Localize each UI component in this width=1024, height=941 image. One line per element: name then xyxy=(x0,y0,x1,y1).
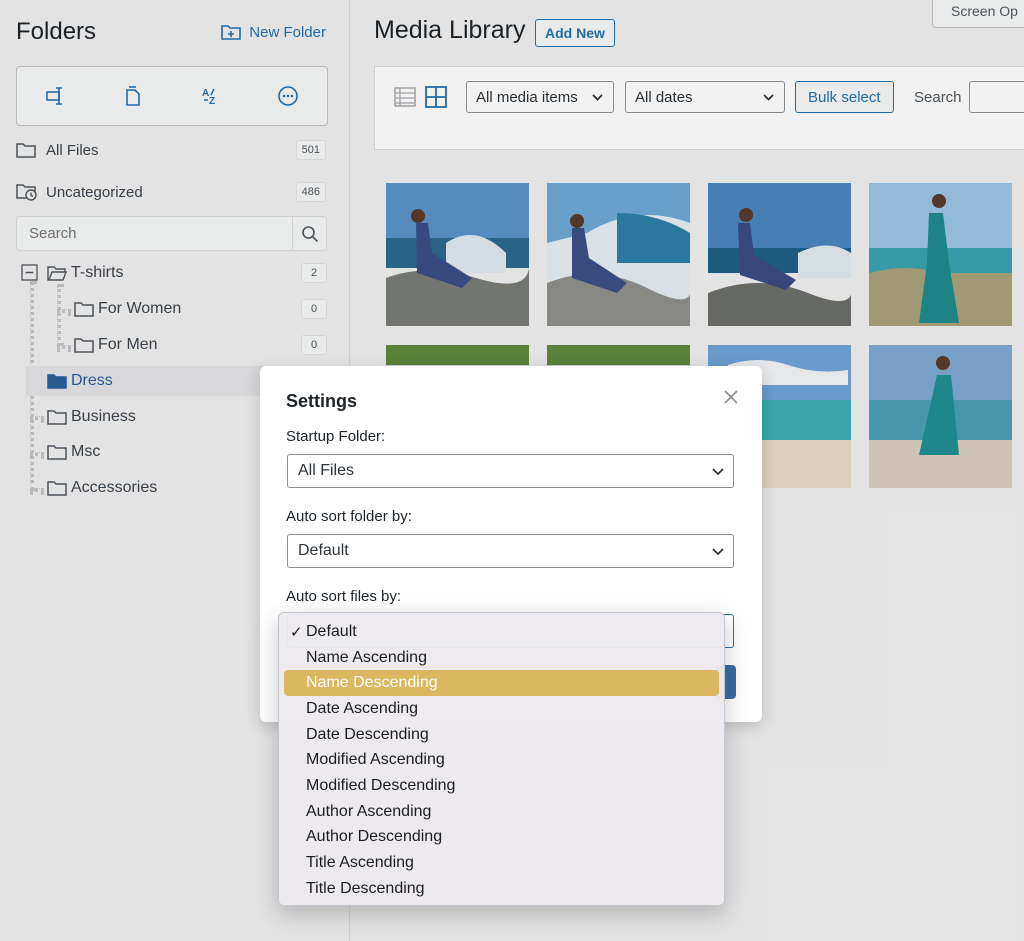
modal-title: Settings xyxy=(286,391,358,411)
option-label: Title Ascending xyxy=(306,854,414,872)
startup-folder-select[interactable]: All Files xyxy=(287,454,734,488)
option-label: Date Ascending xyxy=(306,699,419,717)
option-label: Title Descending xyxy=(306,879,425,897)
dropdown-option-name-descending[interactable]: Name Descending xyxy=(284,670,719,697)
startup-folder-value: All Files xyxy=(298,462,355,479)
sort-folder-select[interactable]: Default xyxy=(287,534,734,568)
dropdown-option-name-ascending[interactable]: Name Ascending xyxy=(284,645,719,671)
dropdown-option-title-descending[interactable]: Title Descending xyxy=(284,876,719,902)
chevron-down-icon xyxy=(712,548,724,556)
option-label: Modified Ascending xyxy=(306,751,445,769)
option-label: Modified Descending xyxy=(306,776,456,794)
option-label: Default xyxy=(306,622,357,640)
dropdown-option-author-descending[interactable]: Author Descending xyxy=(284,825,719,851)
sort-folder-label: Auto sort folder by: xyxy=(286,508,412,525)
dropdown-option-default[interactable]: ✓ Default xyxy=(284,619,719,645)
option-label: Author Ascending xyxy=(306,802,432,820)
dropdown-option-title-ascending[interactable]: Title Ascending xyxy=(284,850,719,876)
option-label: Author Descending xyxy=(306,828,443,846)
dropdown-option-date-ascending[interactable]: Date Ascending xyxy=(284,696,719,722)
chevron-down-icon xyxy=(712,468,724,476)
option-label: Name Descending xyxy=(306,674,438,692)
option-label: Date Descending xyxy=(306,725,429,743)
dropdown-option-author-ascending[interactable]: Author Ascending xyxy=(284,799,719,825)
sort-files-label: Auto sort files by: xyxy=(286,588,402,605)
sort-folder-value: Default xyxy=(298,542,349,559)
checkmark-icon: ✓ xyxy=(290,623,303,641)
dropdown-option-modified-ascending[interactable]: Modified Ascending xyxy=(284,747,719,773)
option-label: Name Ascending xyxy=(306,648,427,666)
dropdown-option-modified-descending[interactable]: Modified Descending xyxy=(284,773,719,799)
close-icon[interactable] xyxy=(720,386,742,408)
startup-folder-label: Startup Folder: xyxy=(286,428,386,445)
sort-files-dropdown: ✓ Default Name Ascending Name Descending … xyxy=(278,612,725,906)
dropdown-option-date-descending[interactable]: Date Descending xyxy=(284,722,719,748)
